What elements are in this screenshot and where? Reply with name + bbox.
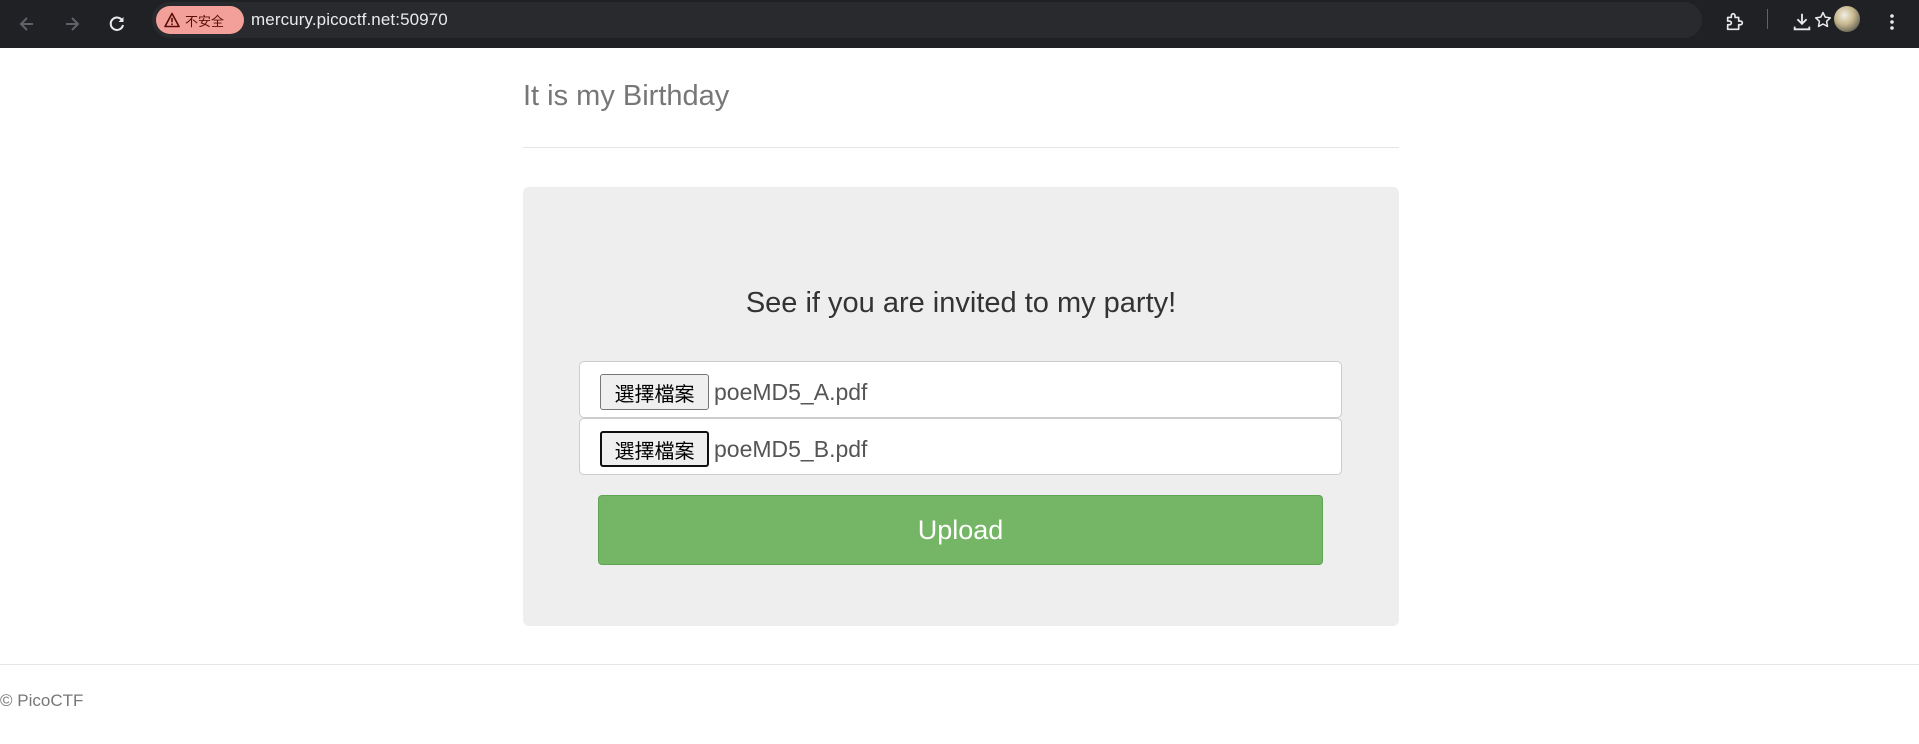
extensions-icon — [1726, 12, 1744, 31]
menu-icon — [1890, 14, 1894, 30]
page-title: It is my Birthday — [523, 80, 730, 112]
upload-button[interactable]: Upload — [598, 495, 1323, 565]
forward-arrow-icon — [66, 17, 80, 31]
reload-icon — [109, 16, 124, 31]
title-divider — [523, 147, 1399, 148]
file-input-a[interactable]: 選擇檔案 poeMD5_A.pdf — [579, 361, 1342, 418]
reload-button[interactable] — [99, 6, 135, 42]
warning-icon — [164, 12, 180, 28]
menu-button[interactable] — [1874, 4, 1910, 40]
back-arrow-icon — [19, 17, 33, 31]
extensions-button[interactable] — [1717, 4, 1753, 40]
file-name-label: poeMD5_B.pdf — [714, 436, 868, 462]
choose-file-button[interactable]: 選擇檔案 — [600, 431, 709, 467]
download-icon — [1793, 13, 1811, 31]
forward-button[interactable] — [54, 6, 90, 42]
choose-file-button[interactable]: 選擇檔案 — [600, 374, 709, 410]
party-heading: See if you are invited to my party! — [745, 287, 1177, 319]
downloads-button[interactable] — [1784, 4, 1820, 40]
security-chip[interactable]: 不安全 — [156, 6, 244, 34]
footer-divider — [0, 664, 1919, 665]
file-input-b[interactable]: 選擇檔案 poeMD5_B.pdf — [579, 418, 1342, 475]
toolbar-separator — [1767, 9, 1768, 29]
address-bar[interactable]: 不安全 mercury.picoctf.net:50970 — [152, 2, 1832, 38]
url-text[interactable]: mercury.picoctf.net:50970 — [251, 10, 448, 30]
back-button[interactable] — [9, 6, 45, 42]
browser-toolbar: 不安全 mercury.picoctf.net:50970 — [0, 0, 1919, 48]
avatar[interactable] — [1834, 6, 1860, 32]
upload-panel: See if you are invited to my party! 選擇檔案… — [523, 187, 1399, 626]
file-name-label: poeMD5_A.pdf — [714, 379, 868, 405]
security-chip-label: 不安全 — [185, 13, 225, 29]
footer-copyright: © PicoCTF — [0, 691, 84, 710]
